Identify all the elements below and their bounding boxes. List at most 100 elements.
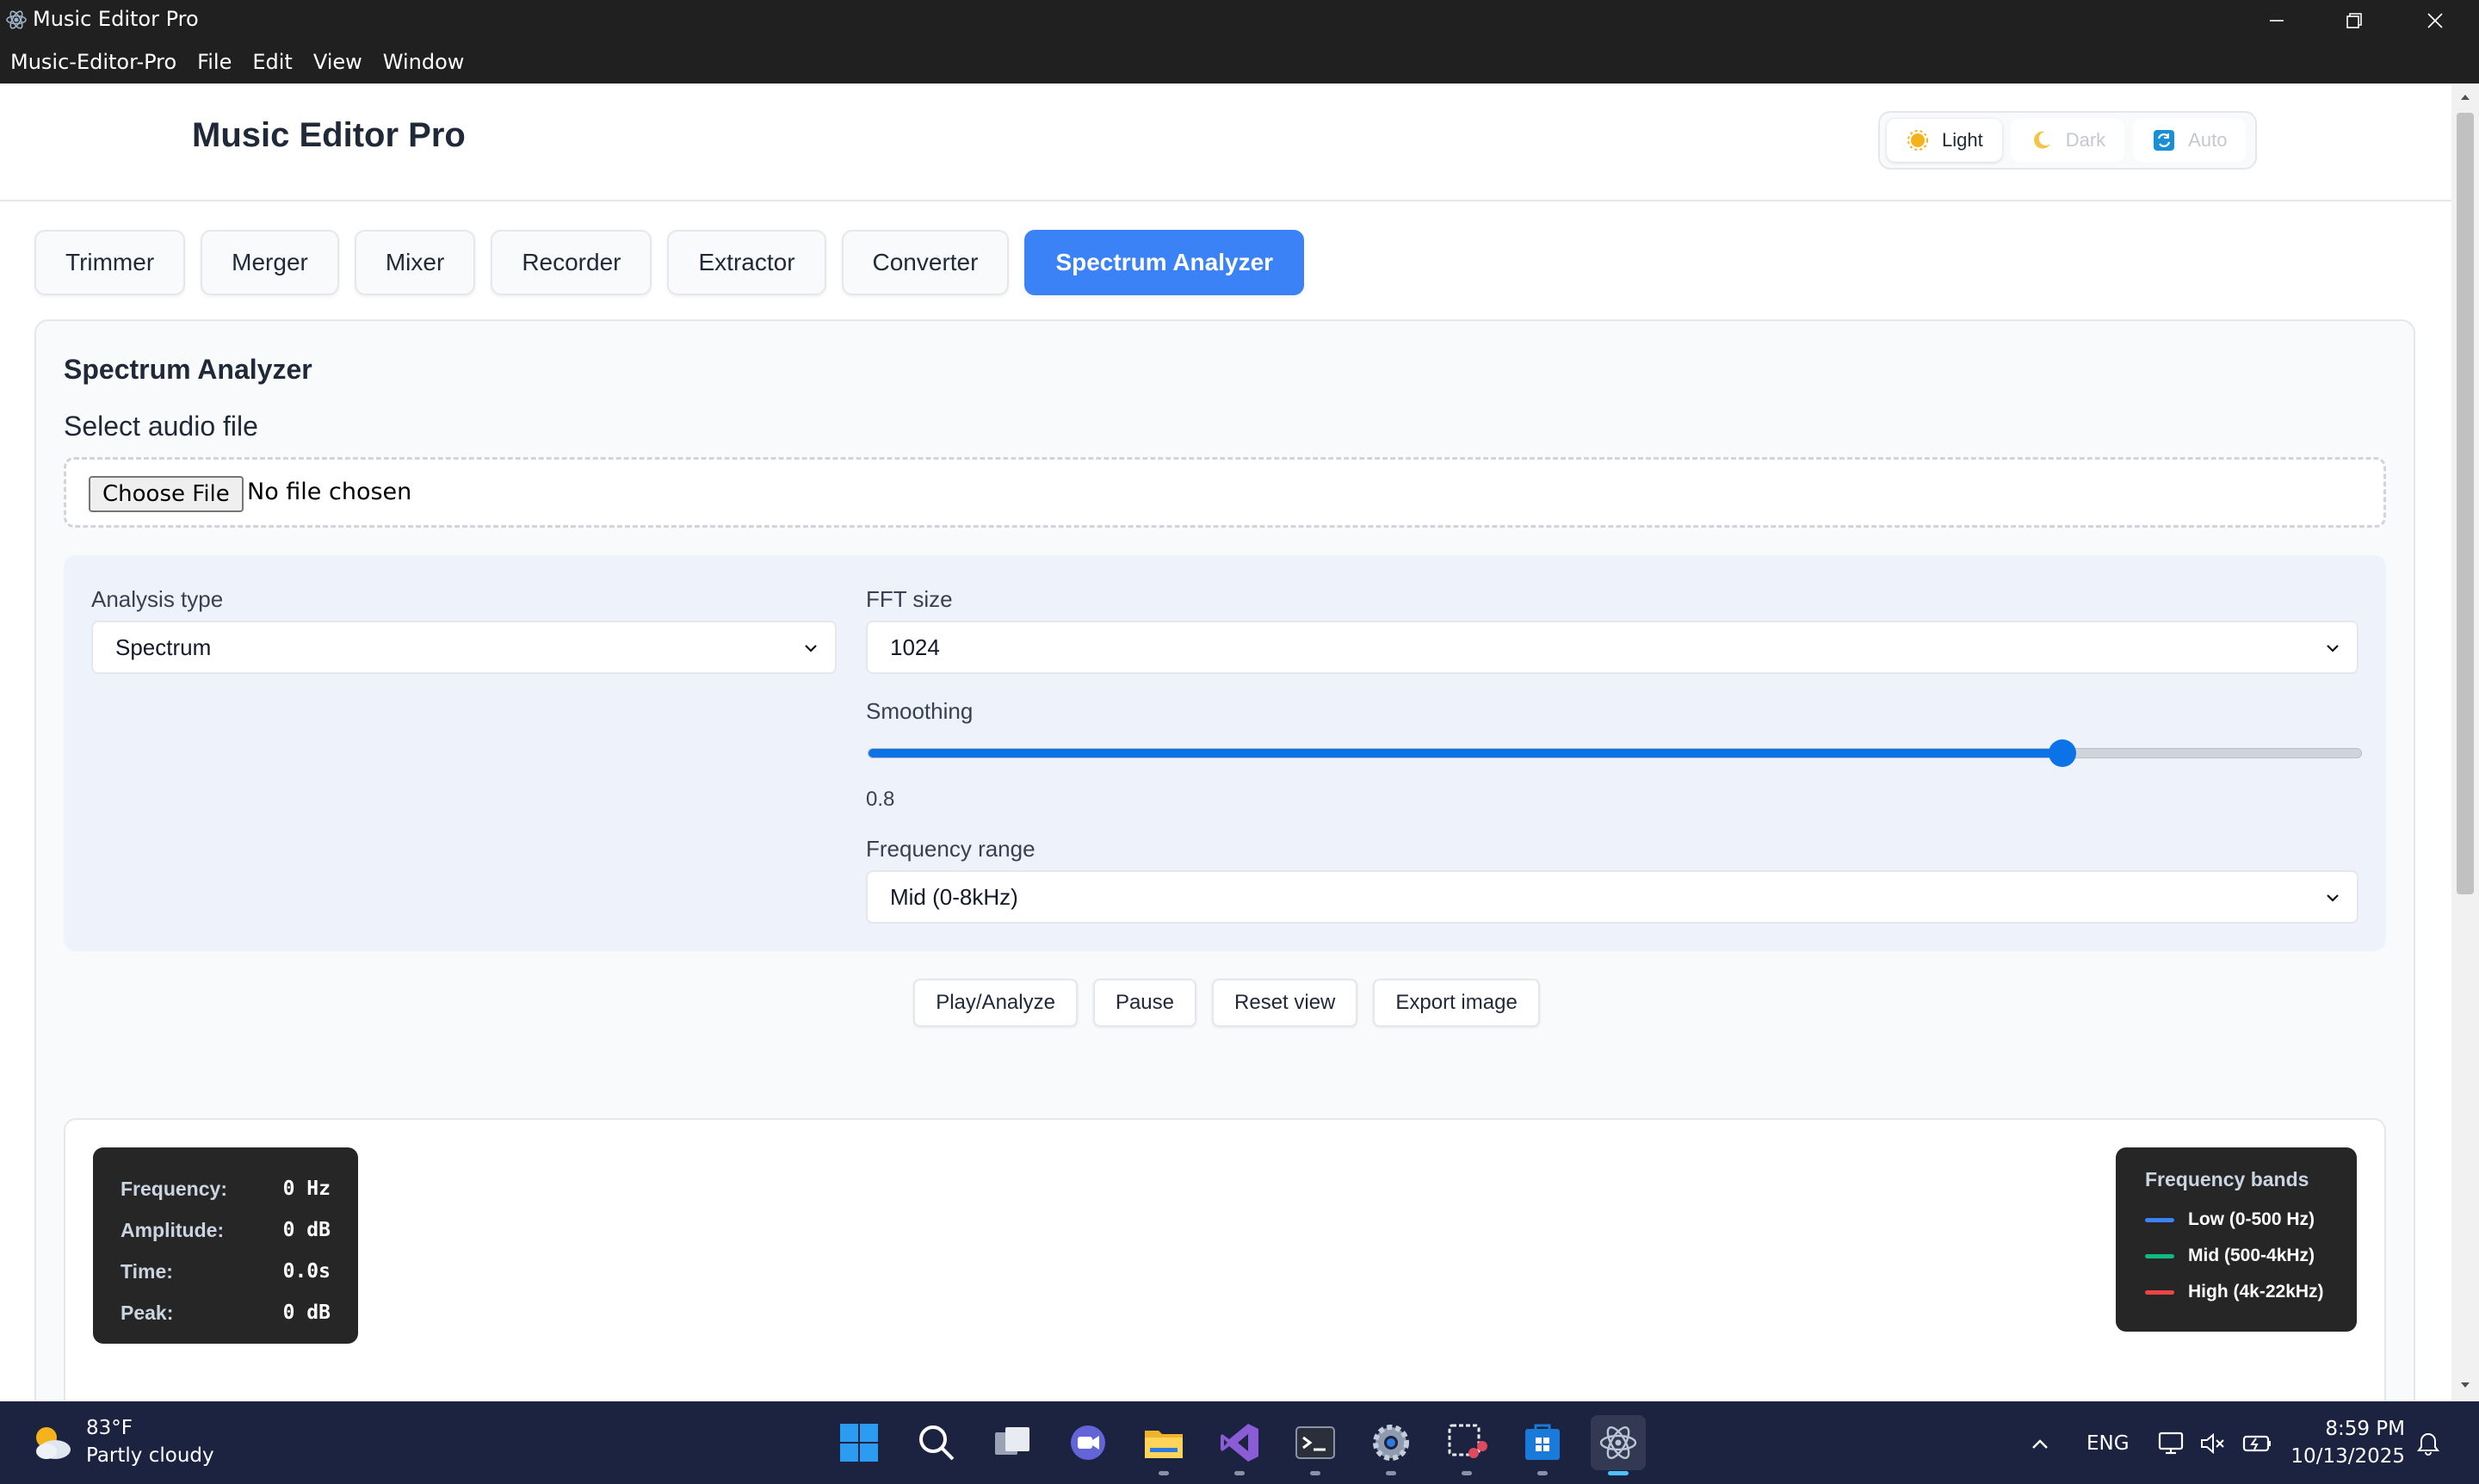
choose-file-button[interactable]: Choose File bbox=[89, 476, 244, 512]
meet-icon bbox=[1071, 1425, 1105, 1460]
close-button[interactable] bbox=[2396, 0, 2474, 40]
terminal-button[interactable] bbox=[1288, 1415, 1343, 1475]
readout-key: Amplitude: bbox=[121, 1218, 225, 1241]
weather-widget[interactable]: 83°F Partly cloudy bbox=[29, 1415, 253, 1470]
panel-title: Spectrum Analyzer bbox=[64, 354, 312, 385]
legend-title: Frequency bands bbox=[2145, 1168, 2309, 1190]
battery-icon[interactable] bbox=[2241, 1429, 2272, 1458]
visual-studio-icon bbox=[1221, 1424, 1258, 1462]
smoothing-slider-fill bbox=[869, 749, 2063, 757]
window-title: Music Editor Pro bbox=[33, 7, 199, 31]
file-dropzone[interactable]: Choose File No file chosen bbox=[64, 457, 2386, 528]
search-icon bbox=[919, 1425, 955, 1461]
settings-button[interactable] bbox=[1363, 1415, 1419, 1475]
sun-icon bbox=[1907, 130, 1928, 151]
readout-value: 0 dB bbox=[282, 1302, 331, 1324]
tab-extractor[interactable]: Extractor bbox=[667, 230, 826, 295]
analysis-type-value: Spectrum bbox=[115, 634, 212, 660]
export-image-button[interactable]: Export image bbox=[1373, 979, 1540, 1027]
search-button[interactable] bbox=[909, 1415, 964, 1470]
electron-app-button[interactable] bbox=[1591, 1415, 1646, 1475]
reset-view-button[interactable]: Reset view bbox=[1212, 979, 1358, 1027]
file-explorer-button[interactable] bbox=[1136, 1415, 1191, 1475]
pause-button[interactable]: Pause bbox=[1092, 979, 1197, 1027]
vertical-scrollbar[interactable] bbox=[2451, 83, 2479, 1401]
readout-peak: Peak: 0 dB bbox=[121, 1292, 331, 1333]
start-icon bbox=[840, 1424, 878, 1462]
meet-button[interactable] bbox=[1060, 1415, 1116, 1470]
tab-merger[interactable]: Merger bbox=[201, 230, 339, 295]
readout-amplitude: Amplitude: 0 dB bbox=[121, 1209, 331, 1251]
smoothing-slider[interactable] bbox=[868, 739, 2362, 767]
analysis-type-select[interactable]: Spectrum bbox=[91, 621, 837, 674]
clock-time: 8:59 PM bbox=[2325, 1418, 2405, 1440]
tab-spectrum-analyzer[interactable]: Spectrum Analyzer bbox=[1024, 230, 1305, 295]
theme-dark-button[interactable]: Dark bbox=[2010, 119, 2125, 162]
menu-edit[interactable]: Edit bbox=[252, 50, 292, 74]
restore-button[interactable] bbox=[2315, 0, 2393, 40]
visual-studio-button[interactable] bbox=[1212, 1415, 1267, 1475]
spectrum-analyzer-panel: Spectrum Analyzer Select audio file Choo… bbox=[34, 319, 2415, 1401]
legend-swatch bbox=[2145, 1217, 2174, 1222]
running-indicator bbox=[1462, 1471, 1472, 1475]
theme-light-button[interactable]: Light bbox=[1887, 119, 2002, 162]
weather-temp: 83°F bbox=[86, 1417, 133, 1439]
tab-converter[interactable]: Converter bbox=[841, 230, 1010, 295]
language-indicator[interactable]: ENG bbox=[2086, 1432, 2130, 1455]
auto-refresh-icon bbox=[2154, 130, 2175, 151]
snipping-tool-button[interactable] bbox=[1439, 1415, 1494, 1475]
running-indicator bbox=[1234, 1471, 1245, 1475]
tab-mixer[interactable]: Mixer bbox=[354, 230, 476, 295]
theme-dark-label: Dark bbox=[2065, 129, 2106, 151]
title-bar: Music Editor Pro bbox=[0, 0, 2479, 40]
start-button[interactable] bbox=[831, 1415, 887, 1470]
app-content: Music Editor Pro Light Dark Auto Trimmer… bbox=[0, 83, 2451, 1401]
fft-size-value: 1024 bbox=[890, 634, 940, 660]
fft-size-select[interactable]: 1024 bbox=[866, 621, 2358, 674]
system-clock[interactable]: 8:59 PM 10/13/2025 bbox=[2290, 1415, 2405, 1470]
scroll-down-icon[interactable] bbox=[2458, 1378, 2472, 1392]
frequency-bands-legend: Frequency bands Low (0-500 Hz) Mid (500-… bbox=[2116, 1147, 2357, 1332]
fft-size-label: FFT size bbox=[866, 586, 953, 612]
snipping-tool-icon bbox=[1448, 1424, 1487, 1458]
network-icon[interactable] bbox=[2157, 1429, 2186, 1458]
chevron-down-icon bbox=[2327, 894, 2339, 902]
theme-toggle: Light Dark Auto bbox=[1878, 111, 2257, 170]
smoothing-value: 0.8 bbox=[866, 788, 895, 811]
minimize-button[interactable] bbox=[2238, 0, 2315, 40]
file-status: No file chosen bbox=[247, 479, 412, 505]
minimize-icon bbox=[2270, 19, 2284, 22]
spectrum-canvas[interactable]: Frequency: 0 Hz Amplitude: 0 dB Time: 0.… bbox=[64, 1118, 2386, 1401]
task-view-button[interactable] bbox=[985, 1415, 1040, 1470]
menu-file[interactable]: File bbox=[197, 50, 232, 74]
task-view-icon bbox=[995, 1427, 1029, 1455]
partly-cloudy-icon bbox=[36, 1427, 71, 1459]
notification-bell-icon[interactable] bbox=[2415, 1431, 2441, 1456]
menu-window[interactable]: Window bbox=[383, 50, 465, 74]
frequency-range-select[interactable]: Mid (0-8kHz) bbox=[866, 870, 2358, 924]
tab-trimmer[interactable]: Trimmer bbox=[34, 230, 186, 295]
menu-view[interactable]: View bbox=[313, 50, 362, 74]
legend-label: Mid (500-4kHz) bbox=[2188, 1246, 2315, 1265]
electron-app-icon bbox=[1599, 1426, 1637, 1459]
running-indicator bbox=[1310, 1471, 1320, 1475]
tab-recorder[interactable]: Recorder bbox=[491, 230, 652, 295]
theme-auto-button[interactable]: Auto bbox=[2133, 119, 2247, 162]
legend-item-low: Low (0-500 Hz) bbox=[2145, 1202, 2328, 1238]
menu-app[interactable]: Music-Editor-Pro bbox=[10, 50, 176, 74]
store-button[interactable] bbox=[1515, 1415, 1570, 1475]
readout-key: Peak: bbox=[121, 1301, 174, 1324]
scroll-up-icon[interactable] bbox=[2458, 90, 2472, 104]
menu-bar: Music-Editor-Pro File Edit View Window bbox=[0, 40, 2479, 83]
smoothing-slider-thumb[interactable] bbox=[2049, 739, 2077, 767]
play-analyze-button[interactable]: Play/Analyze bbox=[913, 979, 1078, 1027]
close-icon bbox=[2427, 12, 2443, 28]
volume-muted-icon[interactable] bbox=[2198, 1429, 2228, 1458]
active-indicator bbox=[1608, 1471, 1629, 1475]
readout-value: 0 Hz bbox=[282, 1178, 331, 1200]
chevron-up-icon[interactable] bbox=[2028, 1432, 2052, 1456]
theme-light-label: Light bbox=[1942, 129, 1983, 151]
scrollbar-thumb[interactable] bbox=[2457, 113, 2474, 894]
readout-time: Time: 0.0s bbox=[121, 1251, 331, 1292]
taskbar: 83°F Partly cloudy ENG 8:59 PM 10/13/202… bbox=[0, 1401, 2479, 1484]
